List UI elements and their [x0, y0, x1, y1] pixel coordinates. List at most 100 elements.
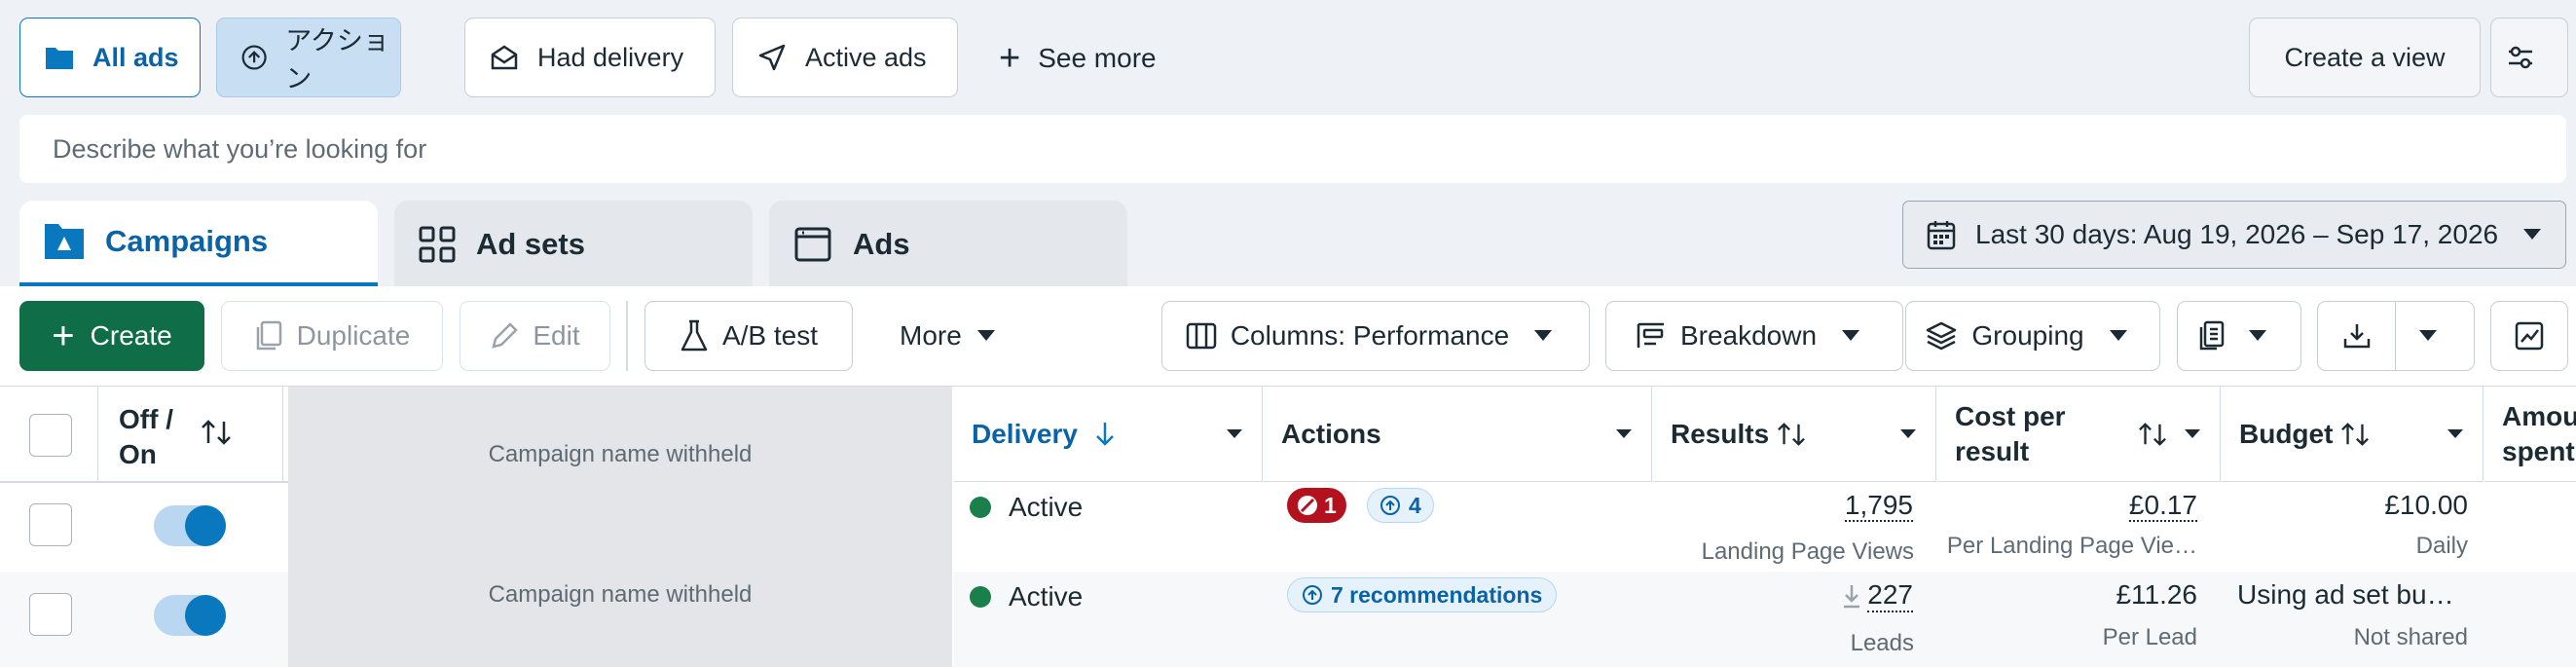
chevron-down-icon: [2249, 330, 2266, 341]
cost-value[interactable]: £0.17: [2128, 490, 2197, 522]
see-more-button[interactable]: + See more: [999, 37, 1157, 80]
arrow-up-circle-icon: [241, 45, 267, 70]
budget-value[interactable]: Using ad set bu…: [2237, 579, 2467, 611]
filter-all-ads[interactable]: All ads: [19, 18, 201, 97]
duplicate-button[interactable]: Duplicate: [221, 301, 443, 371]
send-icon: [758, 44, 786, 71]
edit-button[interactable]: Edit: [460, 301, 610, 371]
actions-header[interactable]: Actions: [1264, 387, 1651, 482]
row-checkbox[interactable]: [29, 503, 72, 546]
tab-ad-sets[interactable]: Ad sets: [394, 201, 753, 288]
budget-type: Not shared: [2353, 624, 2468, 650]
cost-value[interactable]: £11.26: [2116, 579, 2197, 611]
download-arrow-icon: [1844, 585, 1860, 609]
results-type: Leads: [1850, 630, 1914, 656]
chevron-down-icon[interactable]: [2447, 428, 2463, 439]
folder-icon: [46, 48, 73, 69]
ab-test-button[interactable]: A/B test: [644, 301, 853, 371]
col-divider: [1651, 387, 1652, 482]
col-divider: [1935, 387, 1936, 482]
create-button[interactable]: + Create: [19, 301, 204, 371]
campaign-folder-icon: [45, 224, 84, 259]
recommendations-badge[interactable]: 4: [1367, 488, 1434, 523]
date-range-picker[interactable]: Last 30 days: Aug 19, 2026 – Sep 17, 202…: [1902, 201, 2566, 269]
cost-per-result-header[interactable]: Cost per result: [1937, 387, 2220, 482]
chevron-down-icon: [976, 330, 995, 341]
export-button[interactable]: [2317, 301, 2397, 371]
row-toggle[interactable]: [154, 505, 226, 546]
blocked-icon: [1298, 496, 1317, 515]
filter-active-ads[interactable]: Active ads: [732, 18, 958, 97]
chevron-down-icon: [1534, 330, 1553, 341]
col-divider: [282, 387, 283, 482]
chevron-down-icon: [1842, 330, 1860, 341]
col-divider: [1262, 387, 1263, 482]
download-icon: [2343, 324, 2371, 349]
status-dot: [970, 497, 991, 518]
campaign-name[interactable]: Campaign name withheld: [288, 581, 952, 609]
budget-type: Daily: [2415, 533, 2468, 559]
calendar-icon: [1927, 221, 1956, 250]
results-header[interactable]: Results: [1653, 387, 1935, 482]
tab-ads[interactable]: Ads: [769, 201, 1127, 288]
flask-icon: [681, 319, 708, 352]
columns-icon: [1186, 322, 1217, 350]
results-type: Landing Page Views: [1701, 538, 1914, 565]
search-input[interactable]: Describe what you’re looking for: [19, 115, 2566, 183]
sort-icon: [2139, 422, 2166, 446]
delivery-header[interactable]: Delivery: [954, 387, 1262, 482]
select-all-checkbox[interactable]: [29, 414, 72, 457]
issues-badge[interactable]: 1: [1287, 488, 1346, 523]
results-value[interactable]: 227: [1842, 579, 1913, 612]
sort-icon[interactable]: [199, 418, 234, 447]
delivery-status: Active: [970, 492, 1083, 523]
campaigns-table: Off / On Delivery Actions Results Cost p…: [0, 386, 2576, 667]
export-dropdown-button[interactable]: [2395, 301, 2475, 371]
breakdown-button[interactable]: Breakdown: [1605, 301, 1903, 371]
toolbar-divider: [626, 301, 628, 371]
more-button[interactable]: More: [884, 301, 995, 371]
grouping-button[interactable]: Grouping: [1905, 301, 2160, 371]
filter-had-delivery[interactable]: Had delivery: [464, 18, 716, 97]
columns-button[interactable]: Columns: Performance: [1161, 301, 1590, 371]
toggle-knob: [185, 505, 226, 546]
breakdown-icon: [1637, 322, 1664, 348]
duplicate-icon: [256, 320, 281, 351]
chevron-down-icon: [2419, 330, 2437, 341]
chevron-down-icon[interactable]: [1616, 428, 1632, 439]
amount-spent-header[interactable]: Amou spent: [2484, 387, 2576, 482]
envelope-open-icon: [491, 45, 518, 70]
layers-icon: [1927, 321, 1957, 351]
arrow-up-circle-icon: [1380, 496, 1400, 515]
chevron-down-icon: [2523, 229, 2542, 240]
budget-value[interactable]: £10.00: [2384, 490, 2468, 521]
chevron-down-icon[interactable]: [2185, 428, 2200, 439]
plus-icon: +: [52, 315, 75, 357]
view-settings-button[interactable]: [2490, 18, 2568, 97]
create-view-button[interactable]: Create a view: [2249, 18, 2481, 97]
sort-icon: [1778, 422, 1806, 446]
charts-button[interactable]: [2490, 301, 2568, 371]
row-checkbox[interactable]: [29, 593, 72, 636]
col-divider: [2220, 387, 2221, 482]
off-on-header[interactable]: Off / On: [119, 402, 173, 472]
delivery-status: Active: [970, 581, 1083, 612]
arrow-up-circle-icon: [1303, 585, 1322, 605]
col-divider: [2483, 387, 2484, 482]
recommendations-badge[interactable]: 7 recommendations: [1287, 577, 1558, 612]
col-divider: [97, 387, 98, 482]
budget-header[interactable]: Budget: [2222, 387, 2483, 482]
chevron-down-icon[interactable]: [1900, 428, 1916, 439]
chevron-down-icon[interactable]: [1227, 428, 1242, 439]
chart-icon: [2515, 321, 2544, 351]
cost-type: Per Lead: [2102, 624, 2197, 650]
results-value[interactable]: 1,795: [1844, 490, 1913, 522]
reports-dropdown-button[interactable]: [2177, 301, 2301, 371]
campaign-name[interactable]: Campaign name withheld: [288, 441, 952, 468]
row-toggle[interactable]: [154, 595, 226, 636]
pencil-icon: [492, 322, 519, 349]
status-dot: [970, 586, 991, 608]
filter-action[interactable]: アクション: [216, 18, 401, 97]
chevron-down-icon: [2109, 330, 2127, 341]
tab-campaigns[interactable]: Campaigns: [19, 201, 378, 286]
